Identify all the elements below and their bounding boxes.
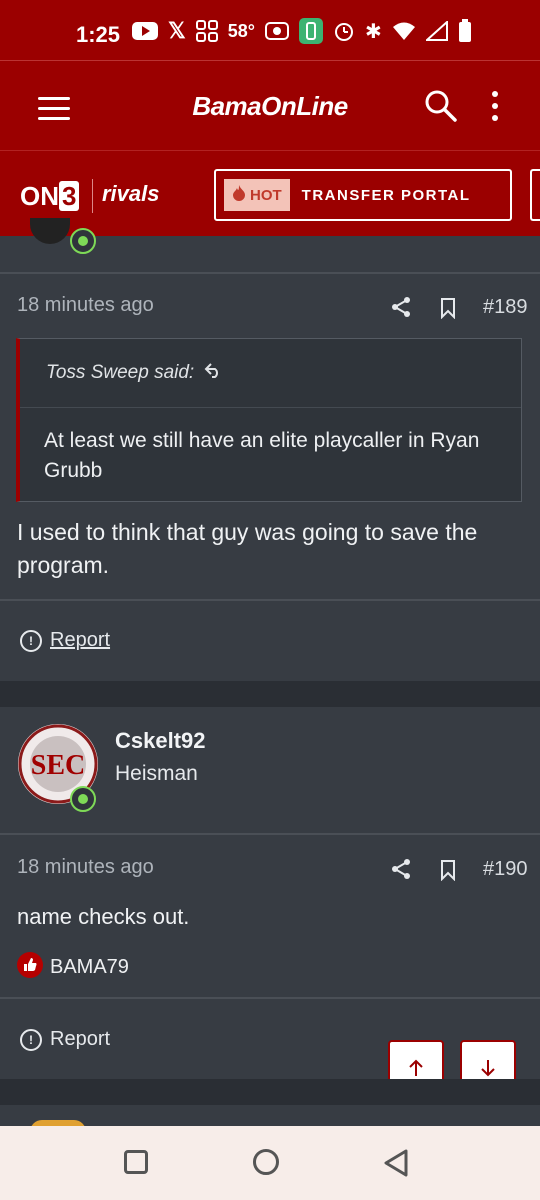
- clock: 1:25: [76, 22, 121, 47]
- avatar-text: SEC: [31, 750, 85, 781]
- recents-icon[interactable]: [124, 1150, 148, 1174]
- post-separator: [0, 681, 540, 707]
- reaction-user: BAMA79: [50, 956, 129, 978]
- alert-icon: !: [20, 1028, 42, 1051]
- x-icon: 𝕏: [168, 18, 186, 43]
- battery-icon: [458, 19, 472, 43]
- transfer-portal-label: TRANSFER PORTAL: [301, 186, 471, 204]
- reply-arrow-icon[interactable]: [204, 361, 222, 385]
- next-nav-button[interactable]: [530, 169, 540, 221]
- wifi-icon: [392, 21, 416, 41]
- report-label: Report: [50, 629, 111, 651]
- bookmark-icon[interactable]: [440, 297, 456, 324]
- report-button[interactable]: ! Report: [20, 629, 110, 652]
- partner-bar: ON 3 rivals HOT TRANSFER PORTAL: [0, 150, 540, 237]
- thumbs-up-icon: [16, 951, 44, 984]
- report-button[interactable]: ! Report: [20, 1028, 110, 1051]
- bluetooth-icon: ✱: [364, 20, 382, 43]
- more-options-icon[interactable]: [492, 91, 502, 127]
- hot-badge: HOT: [224, 179, 290, 211]
- status-icons: 𝕏 58° ✱: [132, 18, 472, 44]
- quote-author: Toss Sweep said:: [46, 362, 195, 383]
- online-indicator-icon: [70, 228, 96, 254]
- quote-block: Toss Sweep said: At least we still have …: [16, 338, 522, 502]
- grid-icon: [195, 20, 218, 42]
- signal-icon: [425, 21, 448, 41]
- post-body: name checks out.: [17, 904, 190, 929]
- post-time[interactable]: 18 minutes ago: [17, 294, 154, 317]
- temperature: 58°: [227, 20, 255, 41]
- system-nav-bar: [0, 1126, 540, 1200]
- camera-icon: [264, 21, 289, 41]
- username[interactable]: Cskelt92: [115, 728, 206, 754]
- divider: [0, 833, 540, 835]
- report-label: Report: [50, 1028, 111, 1050]
- home-icon[interactable]: [253, 1149, 279, 1175]
- share-icon[interactable]: [390, 858, 412, 885]
- online-indicator-icon: [70, 786, 96, 812]
- app-bar: BamaOnLine: [0, 60, 540, 151]
- post-body: I used to think that guy was going to sa…: [17, 519, 478, 578]
- youtube-icon: [132, 22, 158, 40]
- divider: [92, 179, 93, 213]
- bookmark-icon[interactable]: [440, 859, 456, 886]
- quote-header[interactable]: Toss Sweep said:: [20, 339, 521, 408]
- back-icon[interactable]: [382, 1148, 410, 1183]
- rivals-logo[interactable]: rivals: [102, 181, 160, 207]
- divider: [0, 599, 540, 601]
- battery-saver-icon: [298, 18, 323, 44]
- status-bar: 1:25 𝕏 58° ✱: [0, 0, 540, 60]
- divider: [0, 997, 540, 999]
- transfer-portal-button[interactable]: HOT TRANSFER PORTAL: [214, 169, 512, 221]
- reaction-summary[interactable]: BAMA79: [16, 951, 129, 984]
- user-title: Heisman: [115, 762, 198, 785]
- share-icon[interactable]: [390, 296, 412, 323]
- post-time[interactable]: 18 minutes ago: [17, 856, 154, 879]
- alarm-icon: [333, 20, 355, 42]
- search-icon[interactable]: [424, 89, 460, 125]
- quote-text: At least we still have an elite playcall…: [44, 429, 480, 482]
- post-separator: [0, 1079, 540, 1105]
- fire-icon: [232, 185, 246, 205]
- post-number[interactable]: #190: [483, 858, 528, 881]
- post-number[interactable]: #189: [483, 296, 528, 319]
- alert-icon: !: [20, 629, 42, 652]
- on3-logo[interactable]: ON 3: [20, 181, 80, 212]
